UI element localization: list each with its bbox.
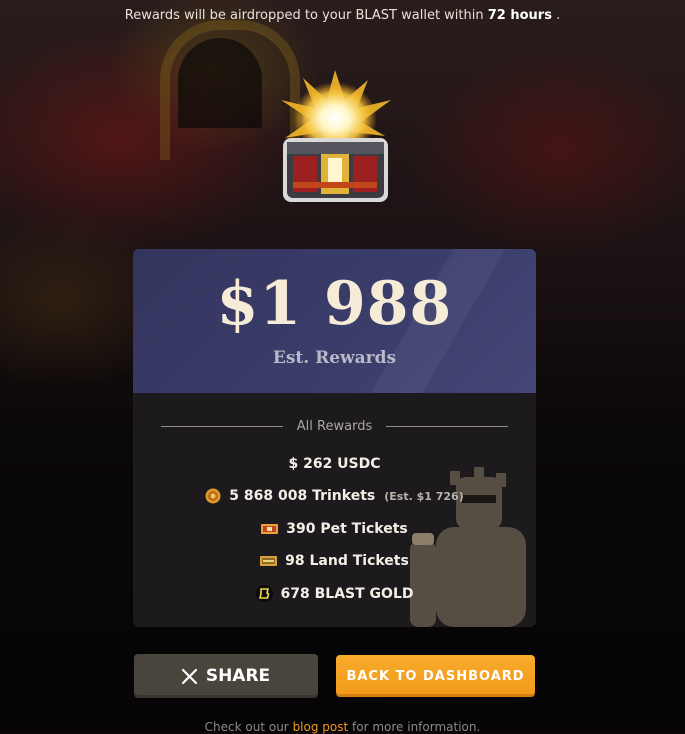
airdrop-notice-text: Rewards will be airdropped to your BLAST… [124, 8, 484, 23]
blog-post-link[interactable]: blog post [293, 720, 349, 734]
footer-note: Check out our blog post for more informa… [0, 720, 685, 734]
airdrop-time-highlight: 72 hours [487, 8, 552, 23]
footer-suffix: for more information. [352, 720, 481, 734]
blast-gold-icon [255, 585, 273, 602]
back-to-dashboard-button[interactable]: BACK TO DASHBOARD [336, 655, 535, 697]
all-rewards-label: All Rewards [296, 418, 373, 434]
reward-pet-tickets-text: 390 Pet Tickets [286, 521, 408, 537]
footer-prefix: Check out our [204, 720, 289, 734]
reward-usdc: $ 262 USDC [133, 456, 536, 472]
estimated-amount: $1 988 [216, 269, 453, 339]
all-rewards-divider: All Rewards [161, 418, 508, 434]
reward-blast-gold: 678 BLAST GOLD [133, 585, 536, 602]
rewards-card: $1 988 Est. Rewards All Rewards $ 262 US… [133, 249, 536, 627]
rewards-summary: $1 988 Est. Rewards [133, 249, 536, 393]
divider-right [386, 425, 508, 427]
x-logo-icon [181, 668, 197, 684]
estimated-label: Est. Rewards [272, 348, 397, 368]
reward-land-tickets-text: 98 Land Tickets [285, 553, 409, 569]
share-button[interactable]: SHARE [134, 654, 318, 698]
reward-land-tickets: 98 Land Tickets [133, 553, 536, 569]
opened-chest-icon [281, 70, 391, 202]
divider-left [161, 425, 283, 427]
land-ticket-icon [260, 556, 278, 566]
trinket-coin-icon [205, 488, 221, 504]
share-button-label: SHARE [205, 666, 271, 686]
back-to-dashboard-label: BACK TO DASHBOARD [346, 668, 525, 684]
reward-pet-tickets: 390 Pet Tickets [133, 521, 536, 537]
reward-trinkets: 5 868 008 Trinkets (Est. $1 726) [133, 488, 536, 504]
reward-usdc-text: $ 262 USDC [288, 456, 381, 472]
reward-blast-gold-text: 678 BLAST GOLD [280, 585, 414, 602]
reward-trinkets-estimate: (Est. $1 726) [384, 489, 464, 503]
airdrop-notice: Rewards will be airdropped to your BLAST… [0, 8, 685, 23]
reward-trinkets-text: 5 868 008 Trinkets [229, 488, 376, 504]
airdrop-notice-suffix: . [556, 8, 561, 23]
rewards-list: All Rewards $ 262 USDC 5 868 008 Trinket… [133, 393, 536, 627]
pet-ticket-icon [261, 524, 279, 534]
background-doorway [178, 38, 262, 128]
